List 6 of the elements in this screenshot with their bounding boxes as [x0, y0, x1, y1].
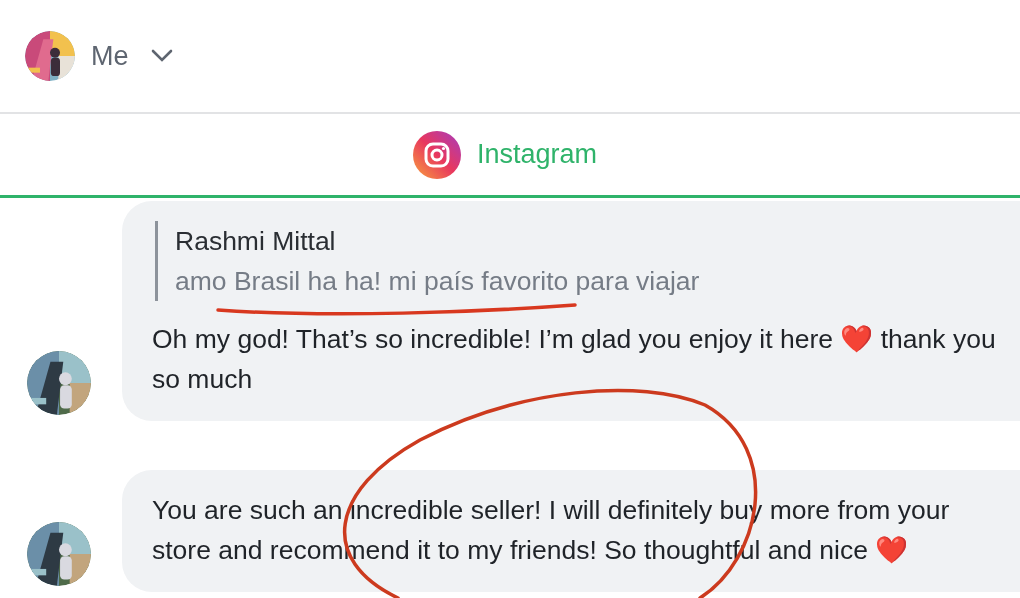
quote-text: amo Brasil ha ha! mi país favorito para viajar: [175, 265, 701, 298]
quote-author: Rashmi Mittal: [175, 225, 337, 258]
user-name[interactable]: Me: [91, 40, 129, 72]
message-text: Oh my god! That’s so incredible! I’m glad you enjoy it here ❤ thank you so much: [152, 323, 997, 396]
camera-icon: [412, 130, 461, 179]
chevron-down-icon[interactable]: [150, 49, 173, 63]
